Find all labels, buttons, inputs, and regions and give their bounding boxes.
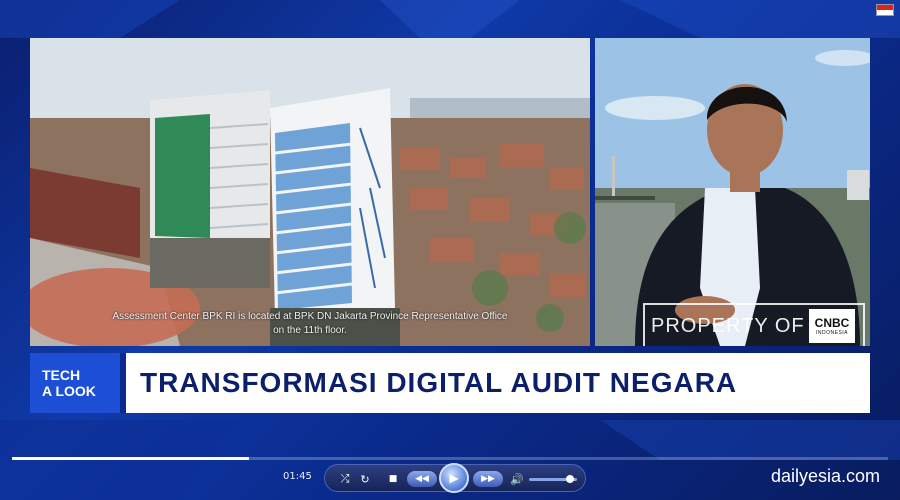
- player-controls: ⤮ ↻ ■ ◀◀ ▶ ▶▶ 🔊: [324, 463, 586, 493]
- volume-slider[interactable]: [529, 475, 577, 483]
- property-watermark: PROPERTY OF CNBC INDONESIA: [643, 303, 865, 346]
- current-time: 01:45: [283, 471, 312, 482]
- tag-accent: [120, 353, 126, 413]
- site-credit: dailyesia.com: [770, 466, 880, 486]
- progress-bar[interactable]: [12, 457, 888, 460]
- building-scene-image: [30, 38, 590, 346]
- shuffle-button[interactable]: ⤮: [335, 469, 355, 489]
- stop-button[interactable]: ■: [383, 469, 403, 489]
- lower-third-banner: TECH A LOOK TRANSFORMASI DIGITAL AUDIT N…: [30, 353, 870, 413]
- watermark-text: PROPERTY OF: [651, 314, 805, 337]
- segment-tag: TECH A LOOK: [30, 353, 120, 413]
- caption-line-1: Assessment Center BPK RI is located at B…: [112, 311, 508, 322]
- volume-icon[interactable]: 🔊: [507, 469, 527, 489]
- cnbc-logo: CNBC INDONESIA: [809, 309, 855, 343]
- flag-icon: [876, 4, 894, 16]
- forward-button[interactable]: ▶▶: [473, 471, 503, 487]
- caption-line-2: on the 11th floor.: [273, 325, 347, 336]
- rewind-button[interactable]: ◀◀: [407, 471, 437, 487]
- volume-knob[interactable]: [565, 475, 574, 483]
- guest-speaker-image: [595, 38, 870, 346]
- headline: TRANSFORMASI DIGITAL AUDIT NEGARA: [140, 367, 738, 398]
- segment-tag-line-2: A LOOK: [42, 383, 96, 399]
- progress-fill: [12, 457, 249, 460]
- guest-video-panel: PROPERTY OF CNBC INDONESIA: [595, 38, 870, 346]
- play-button[interactable]: ▶: [439, 463, 469, 493]
- logo-main-text: CNBC: [814, 316, 850, 330]
- building-video-panel: Assessment Center BPK RI is located at B…: [30, 38, 590, 346]
- repeat-button[interactable]: ↻: [355, 469, 375, 489]
- logo-sub-text: INDONESIA: [815, 330, 848, 336]
- video-caption: Assessment Center BPK RI is located at B…: [30, 310, 590, 338]
- segment-tag-line-1: TECH: [42, 367, 81, 383]
